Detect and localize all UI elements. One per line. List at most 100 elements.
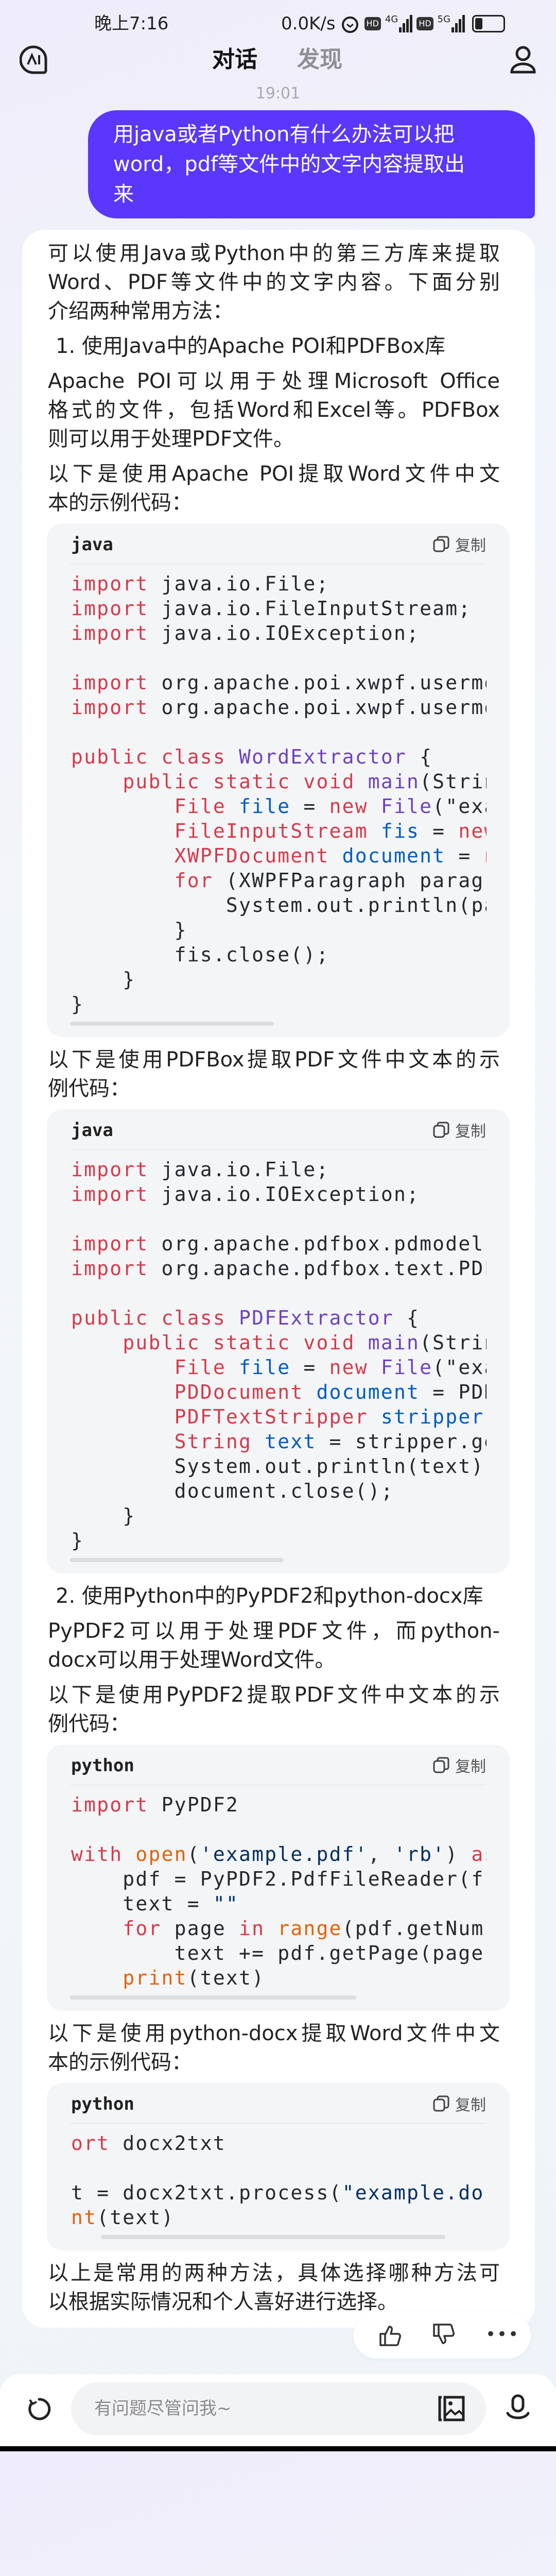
code-token: import [71,1232,149,1255]
code-token: public [123,1331,200,1354]
code-content: import java.io.File; import java.io.FileI… [71,571,486,1016]
answer-text: 以下是使用PyPDF2提取PDF文件中文本的示 [48,1683,500,1707]
code-token: static [213,770,291,793]
sig-4g-label: 4G [385,14,398,25]
tab-discover[interactable]: 发现 [297,44,342,75]
code-block-header: java 复制 [47,523,510,564]
code-line: public class WordExtractor { [71,744,486,769]
thumbs-up-icon[interactable] [378,2324,402,2347]
battery-icon [472,15,506,32]
more-options-icon[interactable]: ••• [485,2326,519,2343]
code-token: String [174,1430,252,1453]
copy-icon [433,536,449,552]
answer-text: 则可以用于处理PDF文件。 [48,427,294,451]
profile-button[interactable] [510,44,536,75]
code-line: FileInputStream fis = new [71,819,486,843]
code-token: java.io.File; [148,572,329,595]
code-line: print(text) [71,1965,486,1990]
code-token: File [380,1356,433,1379]
code-token: } [71,1529,84,1552]
copy-button[interactable]: 复制 [432,2093,486,2114]
code-line: } [71,967,486,992]
code-language-label: python [71,2094,134,2114]
hd-icon: HD [416,17,433,30]
code-token: 'example.pdf' [200,1843,368,1866]
ai-logo-button[interactable] [19,45,47,74]
code-token: file [239,795,291,818]
answer-text: docx可以用于处理Word文件。 [48,1648,336,1672]
status-icons: 0.0K/s HD 4G HD 5G [281,7,506,40]
answer-text: Apache POI可以用于处理Microsoft Office [48,369,500,393]
answer-text: 可以使用Java或Python中的第三方库来提取 [48,242,500,265]
code-token: import [71,1257,149,1280]
code-token: class [161,745,226,768]
code-token: import [71,622,149,645]
code-token: PDFExtractor [239,1307,394,1329]
copy-button[interactable]: 复制 [432,1755,486,1776]
code-token: import [71,671,149,694]
tab-chat[interactable]: 对话 [212,44,257,75]
code-line: public static void main(Strin [71,769,486,794]
refresh-icon[interactable] [27,2397,51,2421]
code-token: (Strin [420,770,486,793]
code-token: fis.close(); [71,943,329,966]
code-header-divider [70,2123,486,2124]
code-line: import java.io.IOException; [71,1182,486,1207]
code-token: void [303,1331,355,1354]
message-input[interactable]: 有问题尽管问我~ [71,2382,486,2435]
code-token: } [71,968,136,991]
code-block-header: python 复制 [47,2083,510,2123]
code-line: import org.apache.poi.xwpf.usermo [71,695,486,720]
horizontal-scrollbar[interactable] [101,2235,445,2239]
message-timestamp: 19:01 [255,84,301,103]
copy-button[interactable]: 复制 [432,1120,486,1141]
code-token: PDDocument [174,1381,304,1403]
code-content: import java.io.File; import java.io.IOExc… [71,1157,486,1553]
code-token: stripper [380,1405,484,1428]
image-upload-icon[interactable] [438,2396,465,2421]
code-token: for [123,1917,162,1940]
microphone-icon[interactable] [506,2394,530,2425]
code-content: ort docx2txt t = docx2txt.process("exampl… [71,2131,486,2230]
code-line: System.out.println(pa [71,893,486,918]
copy-label: 复制 [455,1123,486,1141]
horizontal-scrollbar[interactable] [70,1022,274,1026]
code-token: main [368,770,420,793]
code-token: java.io.IOException; [148,622,420,645]
bottom-input-bar: 有问题尽管问我~ [0,2374,556,2446]
code-token: public [71,1307,149,1329]
code-token: ("exa [432,1356,486,1379]
thumbs-down-icon[interactable] [432,2323,456,2346]
code-token: pdf = PyPDF2.PdfFileReader(f [71,1868,484,1890]
copy-button[interactable]: 复制 [432,534,486,555]
code-line: import java.io.File; [71,1157,486,1182]
answer-paragraph: 以下是使用Apache POI提取Word文件中文 本的示例代码： [48,460,535,517]
answer-text: PyPDF2可以用于处理PDF文件，而python- [48,1619,500,1643]
code-token: page [161,1917,239,1940]
code-token: "" [213,1892,239,1915]
code-token: for [174,869,213,892]
horizontal-scrollbar[interactable] [70,1558,284,1562]
horizontal-scrollbar[interactable] [70,1995,356,1999]
code-token: text [265,1430,317,1453]
code-token: System.out.println(text) [71,1455,484,1478]
code-token: , [368,1843,394,1866]
code-line: nt(text) [71,2205,486,2230]
answer-text: 本的示例代码： [48,2050,192,2074]
answer-paragraph: 可以使用Java或Python中的第三方库来提取 Word、PDF等文件中的文字… [48,239,535,326]
code-token: in [239,1917,265,1940]
code-token: document [342,844,446,867]
copy-label: 复制 [455,537,486,555]
code-token: new [458,820,486,842]
